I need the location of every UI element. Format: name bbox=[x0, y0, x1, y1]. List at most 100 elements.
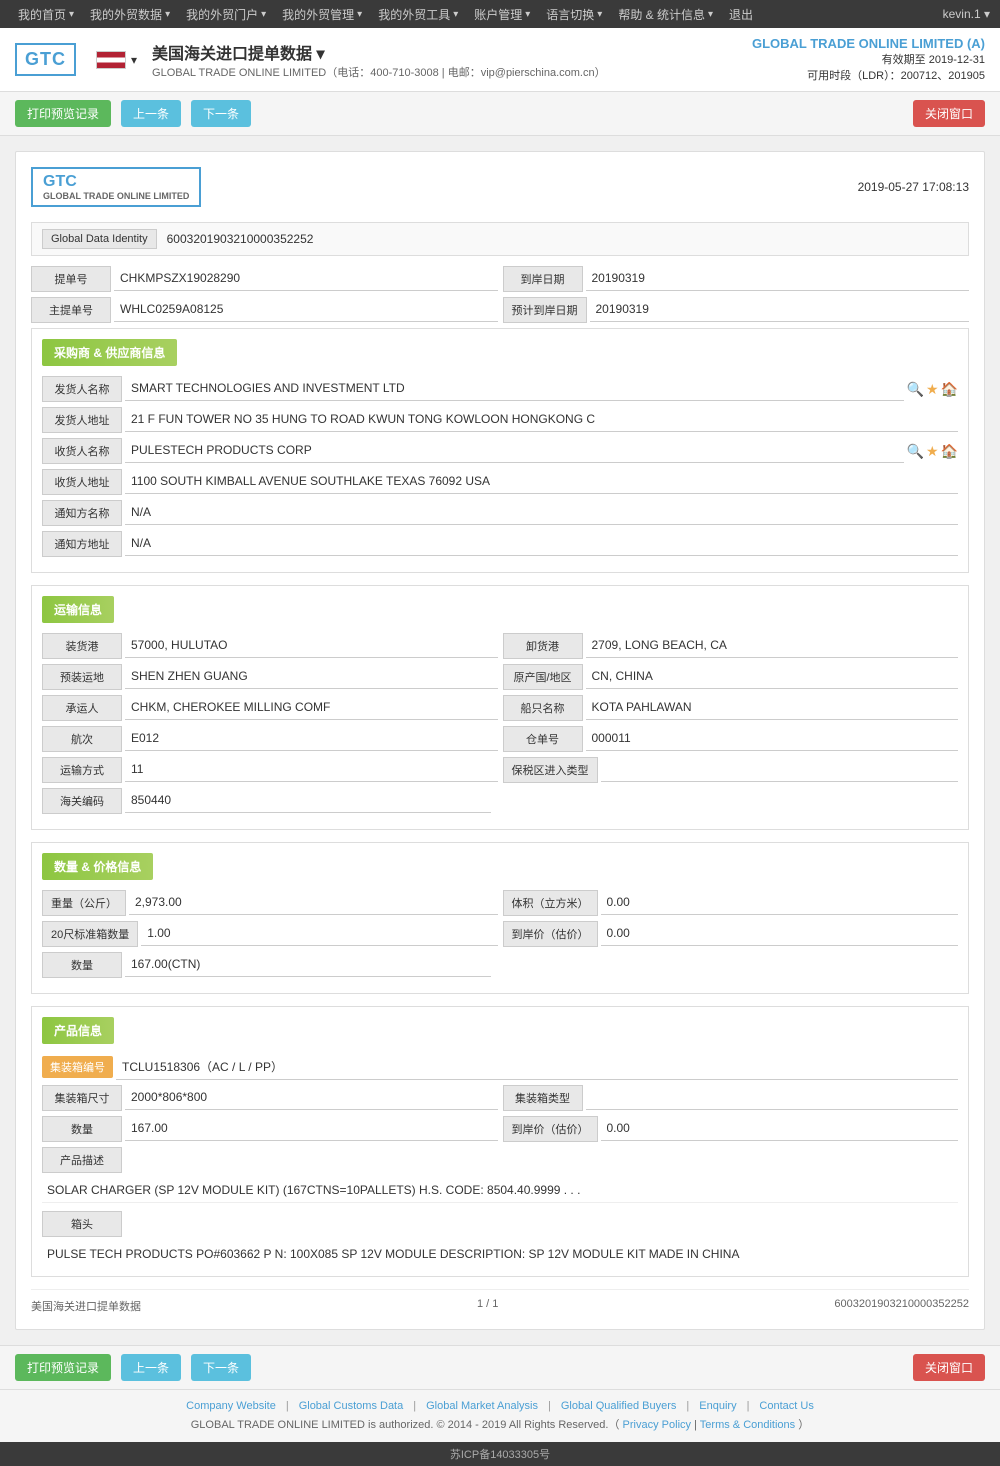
consignee-address-row: 收货人地址 1100 SOUTH KIMBALL AVENUE SOUTHLAK… bbox=[42, 469, 958, 495]
nav-management[interactable]: 我的外贸管理 ▾ bbox=[274, 6, 370, 23]
document-card: GTC GLOBAL TRADE ONLINE LIMITED 2019-05-… bbox=[15, 151, 985, 1330]
product-quantity-label: 数量 bbox=[42, 1116, 122, 1142]
product-desc-label: 产品描述 bbox=[42, 1147, 122, 1173]
master-bill-group: 主提单号 WHLC0259A08125 bbox=[31, 297, 498, 323]
master-bill-label: 主提单号 bbox=[31, 297, 111, 323]
nav-logout[interactable]: 退出 bbox=[721, 6, 761, 23]
arrival-date-value: 20190319 bbox=[586, 267, 970, 291]
footer-link-buyers[interactable]: Global Qualified Buyers bbox=[561, 1400, 677, 1412]
footer-privacy-link[interactable]: Privacy Policy bbox=[623, 1419, 691, 1431]
bill-no-value: CHKMPSZX19028290 bbox=[114, 267, 498, 291]
containers-label: 20尺标准箱数量 bbox=[42, 921, 138, 947]
nav-account[interactable]: 账户管理 ▾ bbox=[466, 6, 538, 23]
vessel-name-value: KOTA PAHLAWAN bbox=[586, 696, 959, 720]
print-button[interactable]: 打印预览记录 bbox=[15, 100, 111, 127]
notify-address-value: N/A bbox=[125, 532, 958, 556]
container-size-row: 集装箱尺寸 2000*806*800 集装箱类型 bbox=[42, 1085, 958, 1111]
planned-arrival-value: 20190319 bbox=[590, 298, 970, 322]
loading-port-group: 装货港 57000, HULUTAO bbox=[42, 633, 498, 659]
carrier-label: 承运人 bbox=[42, 695, 122, 721]
landing-price-group: 到岸价（估价） 0.00 bbox=[503, 921, 959, 947]
nav-home[interactable]: 我的首页 ▾ bbox=[10, 6, 82, 23]
footer-link-company[interactable]: Company Website bbox=[186, 1400, 276, 1412]
shipper-address-row: 发货人地址 21 F FUN TOWER NO 35 HUNG TO ROAD … bbox=[42, 407, 958, 433]
product-desc-row: 产品描述 bbox=[42, 1147, 958, 1173]
volume-label: 体积（立方米） bbox=[503, 890, 598, 916]
page-header: GTC ▾ 美国海关进口提单数据 ▾ GLOBAL TRADE ONLINE L… bbox=[0, 28, 1000, 92]
footer-terms-link[interactable]: Terms & Conditions bbox=[700, 1419, 795, 1431]
consignee-search-icon[interactable]: 🔍 bbox=[907, 443, 924, 460]
weight-value: 2,973.00 bbox=[129, 891, 498, 915]
containers-value: 1.00 bbox=[141, 922, 497, 946]
footer-link-enquiry[interactable]: Enquiry bbox=[699, 1400, 736, 1412]
origin-country-group: 原产国/地区 CN, CHINA bbox=[503, 664, 959, 690]
shipper-address-group: 发货人地址 21 F FUN TOWER NO 35 HUNG TO ROAD … bbox=[42, 407, 958, 433]
page-title-area: 美国海关进口提单数据 ▾ GLOBAL TRADE ONLINE LIMITED… bbox=[152, 40, 606, 80]
volume-group: 体积（立方米） 0.00 bbox=[503, 890, 959, 916]
footer-center: 1 / 1 bbox=[477, 1298, 498, 1314]
planned-arrival-group: 预计到岸日期 20190319 bbox=[503, 297, 970, 323]
unloading-port-value: 2709, LONG BEACH, CA bbox=[586, 634, 959, 658]
transport-header: 运输信息 bbox=[42, 596, 114, 623]
vessel-name-group: 船只名称 KOTA PAHLAWAN bbox=[503, 695, 959, 721]
ports-row: 装货港 57000, HULUTAO 卸货港 2709, LONG BEACH,… bbox=[42, 633, 958, 659]
product-price-label: 到岸价（估价） bbox=[503, 1116, 598, 1142]
nav-home-arrow: ▾ bbox=[69, 9, 74, 20]
consignee-name-icons: 🔍 ★ 🏠 bbox=[907, 443, 958, 460]
origin-country-label: 原产国/地区 bbox=[503, 664, 583, 690]
search-icon[interactable]: 🔍 bbox=[907, 381, 924, 398]
bottom-print-button[interactable]: 打印预览记录 bbox=[15, 1354, 111, 1381]
transport-mode-group: 运输方式 11 bbox=[42, 757, 498, 783]
product-qty-price-row: 数量 167.00 到岸价（估价） 0.00 bbox=[42, 1116, 958, 1142]
product-section: 产品信息 集装箱编号 TCLU1518306（AC / L / PP） 集装箱尺… bbox=[31, 1006, 969, 1277]
customs-code-label: 海关编码 bbox=[42, 788, 122, 814]
footer-link-customs[interactable]: Global Customs Data bbox=[299, 1400, 404, 1412]
product-desc-value: SOLAR CHARGER (SP 12V MODULE KIT) (167CT… bbox=[42, 1178, 958, 1203]
close-button[interactable]: 关闭窗口 bbox=[913, 100, 985, 127]
carrier-group: 承运人 CHKM, CHEROKEE MILLING COMF bbox=[42, 695, 498, 721]
footer-link-contact[interactable]: Contact Us bbox=[759, 1400, 813, 1412]
nav-trade-data[interactable]: 我的外贸数据 ▾ bbox=[82, 6, 178, 23]
transport-mode-label: 运输方式 bbox=[42, 757, 122, 783]
master-bill-row: 主提单号 WHLC0259A08125 预计到岸日期 20190319 bbox=[31, 297, 969, 323]
shipper-address-label: 发货人地址 bbox=[42, 407, 122, 433]
bottom-next-button[interactable]: 下一条 bbox=[191, 1354, 251, 1381]
flag-selector[interactable]: ▾ bbox=[96, 51, 137, 69]
quantity-label: 数量 bbox=[42, 952, 122, 978]
product-price-value: 0.00 bbox=[601, 1117, 959, 1141]
nav-help[interactable]: 帮助 & 统计信息 ▾ bbox=[610, 6, 721, 23]
quantity-value: 167.00(CTN) bbox=[125, 953, 491, 977]
consignee-star-icon[interactable]: ★ bbox=[926, 443, 939, 460]
home-icon[interactable]: 🏠 bbox=[941, 381, 958, 398]
consignee-home-icon[interactable]: 🏠 bbox=[941, 443, 958, 460]
bill-no-label: 提单号 bbox=[31, 266, 111, 292]
pre-transport-group: 预装运地 SHEN ZHEN GUANG bbox=[42, 664, 498, 690]
prev-button[interactable]: 上一条 bbox=[121, 100, 181, 127]
nav-portal[interactable]: 我的外贸门户 ▾ bbox=[178, 6, 274, 23]
container-no-value: TCLU1518306（AC / L / PP） bbox=[116, 1054, 958, 1080]
nav-tools[interactable]: 我的外贸工具 ▾ bbox=[370, 6, 466, 23]
voyage-label: 航次 bbox=[42, 726, 122, 752]
flag-dropdown-arrow: ▾ bbox=[131, 53, 137, 67]
page-title: 美国海关进口提单数据 ▾ bbox=[152, 40, 606, 64]
containers-price-row: 20尺标准箱数量 1.00 到岸价（估价） 0.00 bbox=[42, 921, 958, 947]
bill-no-group: 提单号 CHKMPSZX19028290 bbox=[31, 266, 498, 292]
bottom-close-button[interactable]: 关闭窗口 bbox=[913, 1354, 985, 1381]
loading-port-value: 57000, HULUTAO bbox=[125, 634, 498, 658]
customs-code-row: 海关编码 850440 bbox=[42, 788, 958, 814]
container-size-value: 2000*806*800 bbox=[125, 1086, 498, 1110]
consignee-address-group: 收货人地址 1100 SOUTH KIMBALL AVENUE SOUTHLAK… bbox=[42, 469, 958, 495]
landing-price-value: 0.00 bbox=[601, 922, 959, 946]
icp-bar: 苏ICP备14033305号 bbox=[0, 1442, 1000, 1466]
star-icon[interactable]: ★ bbox=[926, 381, 939, 398]
bottom-prev-button[interactable]: 上一条 bbox=[121, 1354, 181, 1381]
nav-language[interactable]: 语言切换 ▾ bbox=[538, 6, 610, 23]
next-button[interactable]: 下一条 bbox=[191, 100, 251, 127]
weight-group: 重量（公斤） 2,973.00 bbox=[42, 890, 498, 916]
arrival-date-label: 到岸日期 bbox=[503, 266, 583, 292]
logo-area: GTC bbox=[15, 43, 76, 76]
footer-link-market[interactable]: Global Market Analysis bbox=[426, 1400, 538, 1412]
usa-flag bbox=[96, 51, 126, 69]
main-content: GTC GLOBAL TRADE ONLINE LIMITED 2019-05-… bbox=[0, 136, 1000, 1345]
global-id-label: Global Data Identity bbox=[42, 229, 157, 249]
